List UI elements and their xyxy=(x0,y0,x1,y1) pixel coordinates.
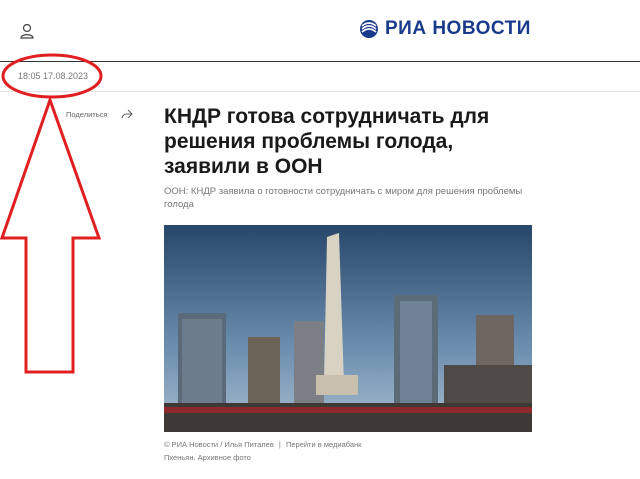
header-divider xyxy=(0,61,640,62)
article-datetime: 18:05 17.08.2023 xyxy=(18,71,89,81)
photo-caption: © РИА Новости / Илья Питалев | Перейти в… xyxy=(164,440,362,462)
photo-description: Пхеньян. Архивное фото xyxy=(164,453,251,462)
mediabank-link[interactable]: Перейти в медиабанк xyxy=(286,440,362,449)
article-photo[interactable] xyxy=(164,225,532,432)
annotation-arrow xyxy=(0,95,102,374)
article-lead: ООН: КНДР заявила о готовности сотруднич… xyxy=(164,186,523,210)
user-icon[interactable] xyxy=(18,22,36,40)
share-block[interactable]: Поделиться xyxy=(66,109,134,119)
photo-credit: © РИА Новости / Илья Питалев xyxy=(164,440,274,449)
header: РИА НОВОСТИ xyxy=(0,0,640,60)
share-arrow-icon[interactable] xyxy=(121,109,134,119)
ria-logo-icon xyxy=(360,20,378,38)
site-logo[interactable]: РИА НОВОСТИ xyxy=(359,18,531,40)
date-divider xyxy=(0,91,640,92)
article-headline: КНДР готова сотрудничать для решения про… xyxy=(164,105,490,178)
share-label[interactable]: Поделиться xyxy=(66,110,107,119)
logo-text: РИА НОВОСТИ xyxy=(385,18,531,39)
